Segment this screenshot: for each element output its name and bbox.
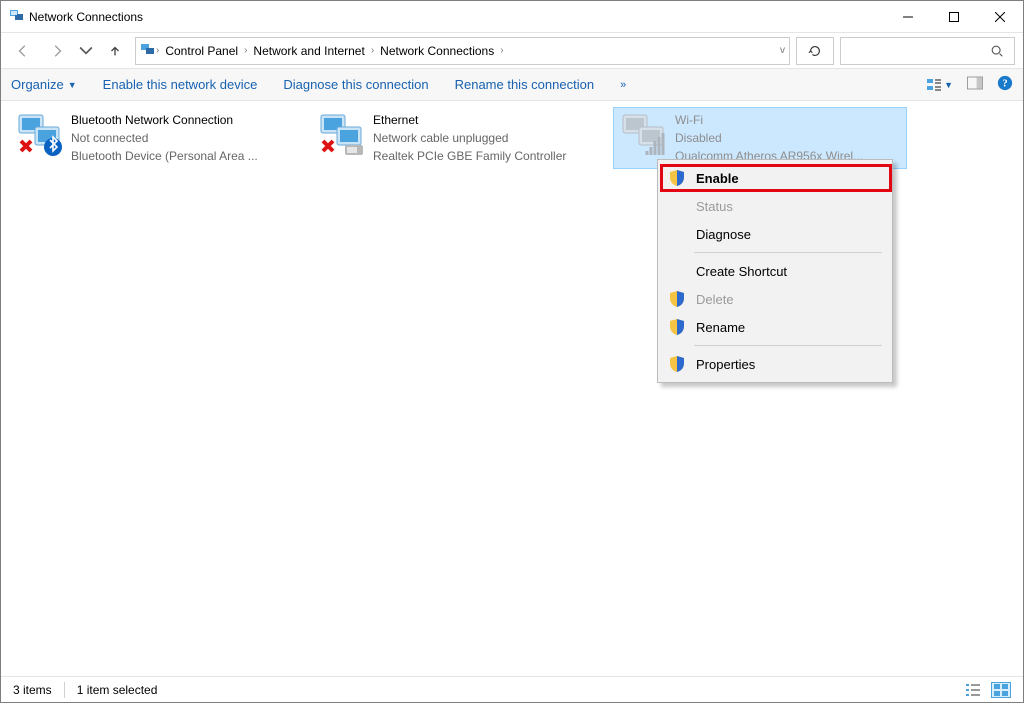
ctx-status: Status bbox=[660, 192, 890, 220]
chevron-down-icon[interactable]: v bbox=[780, 45, 785, 56]
toolbar-overflow-button[interactable]: » bbox=[620, 79, 626, 91]
menu-separator bbox=[694, 252, 882, 253]
connection-status: Disabled bbox=[675, 129, 901, 147]
close-button[interactable] bbox=[977, 1, 1023, 33]
refresh-button[interactable] bbox=[796, 37, 834, 65]
rename-connection-link[interactable]: Rename this connection bbox=[455, 77, 594, 92]
connection-name: Bluetooth Network Connection bbox=[71, 111, 305, 129]
command-bar: Organize▼ Enable this network device Dia… bbox=[1, 69, 1023, 101]
breadcrumb-network-and-internet[interactable]: Network and Internet bbox=[247, 44, 370, 58]
status-bar: 3 items 1 item selected bbox=[1, 676, 1023, 702]
shield-icon bbox=[668, 319, 686, 335]
breadcrumb-network-connections[interactable]: Network Connections bbox=[374, 44, 500, 58]
ctx-properties[interactable]: Properties bbox=[660, 350, 890, 378]
selection-count: 1 item selected bbox=[77, 683, 158, 697]
ctx-diagnose[interactable]: Diagnose bbox=[660, 220, 890, 248]
context-menu: Enable Status Diagnose Create Shortcut D… bbox=[657, 159, 893, 383]
title-bar: Network Connections bbox=[1, 1, 1023, 33]
large-icons-view-button[interactable] bbox=[991, 682, 1011, 698]
forward-button[interactable] bbox=[43, 37, 71, 65]
maximize-button[interactable] bbox=[931, 1, 977, 33]
content-area[interactable]: Bluetooth Network Connection Not connect… bbox=[1, 101, 1023, 678]
address-bar-row: › Control Panel › Network and Internet ›… bbox=[1, 33, 1023, 69]
connection-ethernet[interactable]: Ethernet Network cable unplugged Realtek… bbox=[311, 107, 613, 169]
help-button[interactable]: ? bbox=[997, 75, 1013, 94]
ctx-enable[interactable]: Enable bbox=[660, 164, 890, 192]
menu-separator bbox=[694, 345, 882, 346]
window-title: Network Connections bbox=[25, 10, 885, 24]
network-connections-icon bbox=[9, 7, 25, 26]
network-adapter-icon bbox=[15, 111, 63, 159]
search-input[interactable] bbox=[840, 37, 1015, 65]
network-adapter-icon bbox=[317, 111, 365, 159]
connection-status: Network cable unplugged bbox=[373, 129, 607, 147]
connection-device: Bluetooth Device (Personal Area ... bbox=[71, 147, 305, 165]
recent-locations-button[interactable] bbox=[77, 37, 95, 65]
connection-bluetooth[interactable]: Bluetooth Network Connection Not connect… bbox=[9, 107, 311, 169]
item-count: 3 items bbox=[13, 683, 52, 697]
organize-menu[interactable]: Organize▼ bbox=[11, 77, 77, 92]
chevron-right-icon[interactable]: › bbox=[500, 45, 503, 56]
connection-name: Ethernet bbox=[373, 111, 607, 129]
preview-pane-button[interactable] bbox=[967, 75, 983, 94]
minimize-button[interactable] bbox=[885, 1, 931, 33]
network-adapter-icon bbox=[619, 111, 667, 159]
connection-name: Wi-Fi bbox=[675, 111, 901, 129]
shield-icon bbox=[668, 356, 686, 372]
window-frame: Network Connections › Control Panel › Ne… bbox=[0, 0, 1024, 703]
search-icon bbox=[990, 44, 1004, 58]
breadcrumb-bar[interactable]: › Control Panel › Network and Internet ›… bbox=[135, 37, 790, 65]
control-panel-icon bbox=[140, 41, 156, 60]
divider bbox=[64, 682, 65, 698]
shield-icon bbox=[668, 170, 686, 186]
svg-text:?: ? bbox=[1002, 79, 1007, 90]
shield-icon bbox=[668, 291, 686, 307]
ctx-create-shortcut[interactable]: Create Shortcut bbox=[660, 257, 890, 285]
details-view-button[interactable] bbox=[963, 682, 983, 698]
connection-device: Realtek PCIe GBE Family Controller bbox=[373, 147, 607, 165]
back-button[interactable] bbox=[9, 37, 37, 65]
enable-device-link[interactable]: Enable this network device bbox=[103, 77, 258, 92]
breadcrumb-control-panel[interactable]: Control Panel bbox=[159, 44, 244, 58]
ctx-delete: Delete bbox=[660, 285, 890, 313]
diagnose-connection-link[interactable]: Diagnose this connection bbox=[283, 77, 428, 92]
ctx-rename[interactable]: Rename bbox=[660, 313, 890, 341]
view-options-button[interactable]: ▼ bbox=[926, 77, 953, 93]
up-button[interactable] bbox=[101, 37, 129, 65]
connection-status: Not connected bbox=[71, 129, 305, 147]
